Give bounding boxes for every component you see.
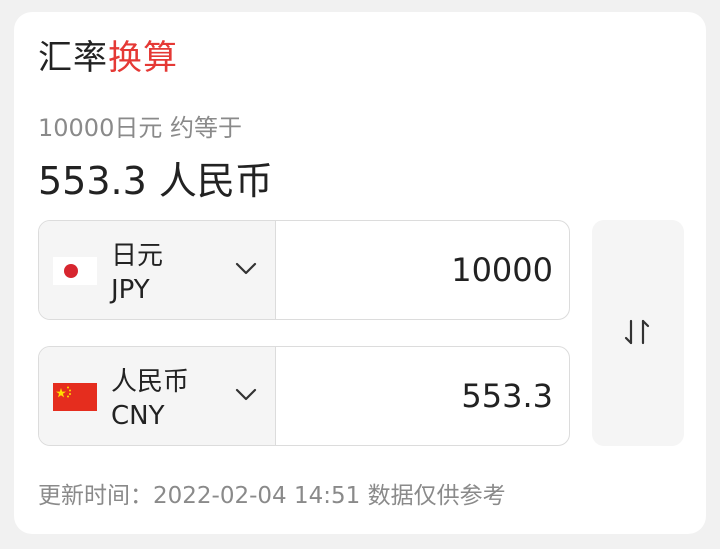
title-prefix: 汇率 (38, 38, 108, 78)
conversion-result: 553.3 人民币 (38, 159, 273, 203)
title-highlight: 换算 (108, 38, 178, 78)
to-currency-name: 人民币 (111, 367, 190, 397)
to-currency-selector[interactable]: 人民币 CNY (39, 347, 276, 445)
chevron-down-icon (235, 262, 257, 275)
exchange-rate-card: 汇率换算 10000日元 约等于 553.3 人民币 日元 JPY 10000 … (14, 12, 706, 534)
from-currency-code: JPY (111, 275, 150, 305)
conversion-description: 10000日元 约等于 (38, 114, 242, 142)
to-currency-row: 人民币 CNY (38, 346, 570, 446)
chevron-down-icon (235, 388, 257, 401)
update-label: 更新时间： (38, 483, 153, 509)
from-currency-row: 日元 JPY (38, 220, 570, 320)
to-amount-input[interactable] (283, 347, 553, 445)
to-currency-code: CNY (111, 401, 165, 431)
update-info: 更新时间：2022-02-04 14:51 数据仅供参考 (38, 476, 506, 510)
swap-currency-button[interactable] (592, 220, 684, 446)
japan-flag-icon (53, 257, 97, 285)
china-flag-icon (53, 383, 97, 411)
from-amount-input[interactable] (283, 221, 553, 319)
from-currency-selector[interactable]: 日元 JPY (39, 221, 276, 319)
update-timestamp: 2022-02-04 14:51 (153, 483, 361, 509)
from-currency-name: 日元 (111, 241, 164, 271)
swap-arrows-icon (624, 319, 650, 345)
page-title: 汇率换算 (38, 34, 178, 82)
disclaimer-text: 数据仅供参考 (367, 483, 506, 509)
